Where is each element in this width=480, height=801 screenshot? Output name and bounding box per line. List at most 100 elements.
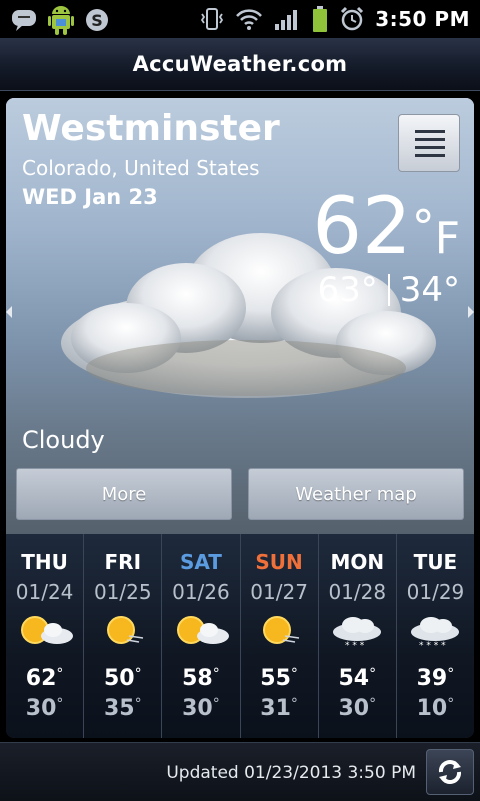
temp-value: 62 [312,182,412,272]
forecast-day[interactable]: SUN 01/27 55° 31° [241,534,319,738]
forecast-high: 39° [397,666,474,691]
forecast-day[interactable]: SAT 01/26 58° 30° [162,534,241,738]
forecast-date: 01/27 [250,580,308,604]
forecast-low-degree: ° [369,696,377,712]
forecast-low: 30° [162,696,239,721]
cloudy-snow-icon: * * * [323,610,391,651]
forecast-day[interactable]: FRI 01/25 50° 35° [84,534,163,738]
forecast-high-value: 62 [25,666,57,691]
forecast-low-degree: ° [56,696,64,712]
partly-sunny-icon [11,610,79,650]
forecast-high-value: 50 [103,666,135,691]
forecast-date: 01/29 [406,580,465,604]
forecast-day-name: FRI [104,550,142,574]
forecast-high: 55° [241,666,318,691]
forecast-high: 58° [162,666,239,691]
refresh-button[interactable] [426,749,474,795]
forecast-low-value: 30 [25,696,57,721]
svg-text:* * *: * * * [345,641,365,650]
forecast-low-degree: ° [447,696,455,712]
temp-unit: F [434,213,460,264]
forecast-day-name: THU [21,550,68,574]
forecast-high-value: 39 [416,666,448,691]
signal-icon [273,7,301,31]
forecast-low-value: 30 [182,696,213,721]
forecast-low-value: 31 [260,696,291,721]
forecast-day[interactable]: TUE 01/29 * * * * 39° 10° [397,534,474,738]
next-location-arrow-icon[interactable] [468,306,474,318]
city-name: Westminster [22,108,280,149]
forecast-high-degree: ° [447,666,455,682]
current-weather-card[interactable]: Westminster Colorado, United States WED … [6,98,474,738]
alarm-icon [339,6,365,32]
app-title-bar: AccuWeather.com [0,38,480,91]
forecast-low: 31° [241,696,318,721]
forecast-high: 54° [319,666,396,691]
high-low-divider [387,274,390,306]
forecast-low-degree: ° [290,696,298,712]
high-low: 63° 34° [317,270,460,310]
vibrate-icon [199,6,225,32]
current-temperature: 62°F [312,188,460,278]
skype-icon: S [84,7,110,33]
status-bar: S 3:50 PM [0,0,480,38]
updated-timestamp: Updated 01/23/2013 3:50 PM [166,763,416,783]
snow-icon: * * * * [401,610,469,651]
forecast-high-degree: ° [369,666,377,682]
refresh-icon [438,760,462,784]
android-icon [46,4,76,36]
forecast-day[interactable]: MON 01/28 * * * 54° 30° [319,534,397,738]
condition-text: Cloudy [22,426,105,454]
forecast-day-name: SUN [255,550,303,574]
wifi-icon [235,8,263,30]
forecast-high: 50° [84,666,161,691]
forecast-low-degree: ° [212,696,220,712]
high-temp: 63° [317,270,378,310]
forecast-high-value: 55 [260,666,291,691]
forecast-date: 01/25 [93,580,152,604]
sunny-windy-icon [89,610,157,650]
status-time: 3:50 PM [375,7,470,31]
forecast-low: 30° [319,696,396,721]
menu-icon [415,130,445,162]
forecast-high-degree: ° [56,666,64,682]
forecast-low-value: 30 [338,696,370,721]
partly-sunny-icon [167,610,235,650]
forecast-high-value: 58 [182,666,213,691]
sunny-windy-icon [245,610,313,650]
forecast-low: 10° [397,696,474,721]
forecast-strip: THU 01/24 62° 30° FRI 01/25 50° 35° SAT 01/26 58° 3… [6,534,474,738]
battery-icon [311,5,329,33]
forecast-low-value: 10 [416,696,448,721]
forecast-high-degree: ° [290,666,298,682]
messages-icon [10,7,38,33]
forecast-low-degree: ° [134,696,142,712]
temp-degree: ° [411,200,435,254]
forecast-date: 01/28 [328,580,387,604]
menu-button[interactable] [398,114,460,172]
forecast-low: 30° [6,696,83,721]
forecast-low-value: 35 [103,696,135,721]
forecast-high-value: 54 [338,666,370,691]
forecast-high: 62° [6,666,83,691]
current-date: WED Jan 23 [22,185,158,209]
forecast-day[interactable]: THU 01/24 62° 30° [6,534,85,738]
forecast-date: 01/24 [15,580,74,604]
forecast-high-degree: ° [134,666,142,682]
bottom-bar: Updated 01/23/2013 3:50 PM [0,742,480,801]
svg-text:S: S [91,11,103,30]
forecast-day-name: TUE [413,550,458,574]
svg-text:* * * *: * * * * [419,641,446,650]
more-button[interactable]: More [16,468,232,520]
forecast-day-name: SAT [179,550,222,574]
forecast-day-name: MON [330,550,385,574]
app-brand: AccuWeather.com [132,52,348,76]
region-name: Colorado, United States [22,156,260,180]
forecast-high-degree: ° [212,666,220,682]
prev-location-arrow-icon[interactable] [6,306,12,318]
forecast-low: 35° [84,696,161,721]
weather-map-button[interactable]: Weather map [248,468,464,520]
weather-hero: Westminster Colorado, United States WED … [6,98,474,534]
low-temp: 34° [399,270,460,310]
forecast-date: 01/26 [172,580,230,604]
